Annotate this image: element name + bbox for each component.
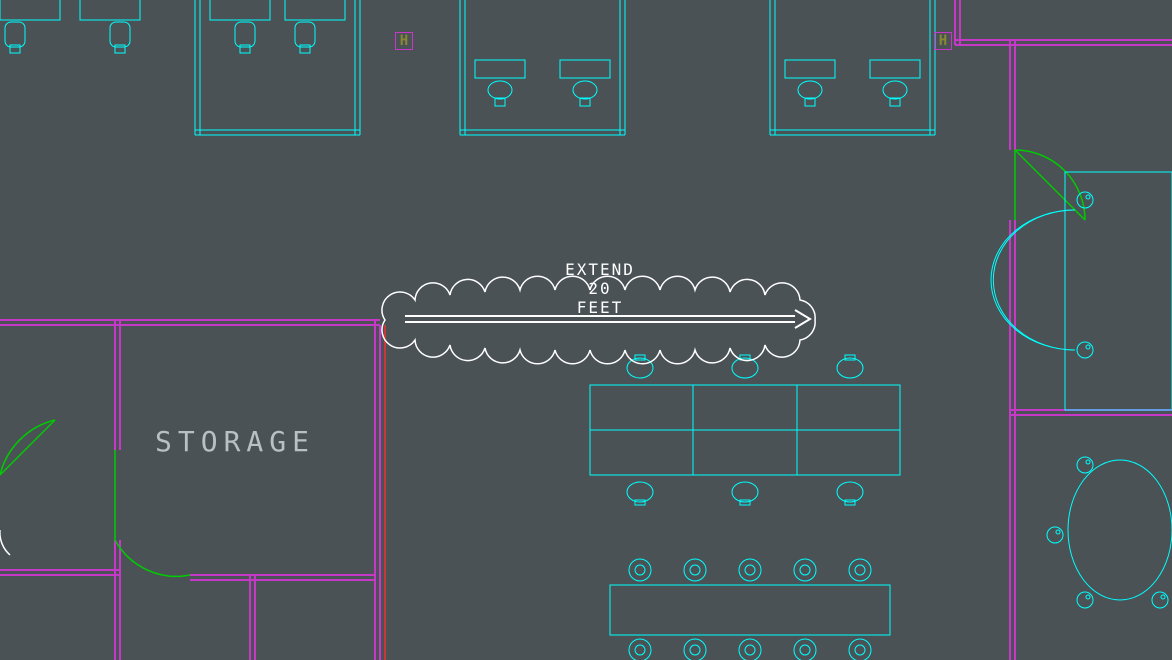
furniture-outline: [1065, 172, 1172, 410]
revision-cloud-icon: [382, 276, 815, 364]
chair-icon: [837, 358, 863, 378]
desk-outline: [0, 0, 60, 20]
chair-icon: [573, 81, 597, 99]
chair-icon: [849, 559, 871, 581]
chair-icon: [794, 559, 816, 581]
furniture-curve: [1068, 460, 1172, 600]
chair-icon: [629, 639, 651, 660]
chair-icon: [883, 81, 907, 99]
chair-icon: [739, 639, 761, 660]
chair-base-icon: [115, 45, 125, 53]
chair-inner-icon: [800, 645, 810, 655]
table-outline: [610, 585, 890, 635]
chair-icon: [5, 22, 25, 47]
chair-icon: [798, 81, 822, 99]
seat-dot-icon: [1086, 345, 1090, 349]
chair-icon: [110, 22, 130, 47]
seat-dot-icon: [1056, 530, 1060, 534]
chair-icon: [629, 559, 651, 581]
desk-outline: [475, 60, 525, 78]
door-line: [1015, 150, 1085, 220]
seat-icon: [1047, 527, 1063, 543]
seat-dot-icon: [1086, 595, 1090, 599]
desk-outline: [285, 0, 345, 20]
door-swing-icon: [0, 530, 10, 555]
chair-inner-icon: [690, 645, 700, 655]
chair-icon: [295, 22, 315, 47]
chair-icon: [794, 639, 816, 660]
seat-icon: [1077, 457, 1093, 473]
desk-outline: [870, 60, 920, 78]
seat-icon: [1077, 592, 1093, 608]
chair-inner-icon: [745, 645, 755, 655]
chair-inner-icon: [745, 565, 755, 575]
chair-icon: [627, 358, 653, 378]
chair-inner-icon: [855, 565, 865, 575]
chair-icon: [684, 559, 706, 581]
chair-icon: [837, 482, 863, 502]
chair-icon: [627, 482, 653, 502]
seat-dot-icon: [1086, 460, 1090, 464]
chair-icon: [732, 482, 758, 502]
seat-icon: [1077, 342, 1093, 358]
seat-dot-icon: [1161, 595, 1165, 599]
chair-icon: [739, 559, 761, 581]
chair-icon: [849, 639, 871, 660]
chair-base-icon: [10, 45, 20, 53]
desk-outline: [560, 60, 610, 78]
desk-outline: [785, 60, 835, 78]
seat-icon: [1077, 192, 1093, 208]
desk-outline: [210, 0, 270, 20]
chair-inner-icon: [635, 645, 645, 655]
chair-inner-icon: [635, 565, 645, 575]
chair-base-icon: [300, 45, 310, 53]
door-swing-icon: [115, 540, 190, 576]
chair-icon: [488, 81, 512, 99]
seat-dot-icon: [1086, 195, 1090, 199]
chair-inner-icon: [690, 565, 700, 575]
cad-drawing-canvas[interactable]: [0, 0, 1172, 660]
furniture-curve: [993, 210, 1075, 350]
chair-base-icon: [240, 45, 250, 53]
chair-inner-icon: [855, 645, 865, 655]
furniture-curve: [991, 210, 1075, 350]
chair-icon: [235, 22, 255, 47]
door-line: [0, 420, 55, 475]
chair-icon: [684, 639, 706, 660]
desk-outline: [80, 0, 140, 20]
chair-inner-icon: [800, 565, 810, 575]
seat-icon: [1152, 592, 1168, 608]
